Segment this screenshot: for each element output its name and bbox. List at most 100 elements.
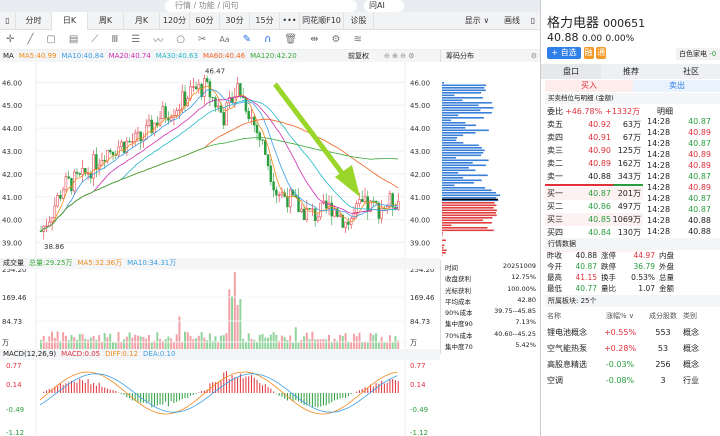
price-tick-left: 44.00 — [2, 125, 22, 133]
legend-item: DEA:0.10 — [143, 350, 176, 358]
candle-body — [222, 112, 225, 126]
volume-bar — [159, 338, 162, 349]
volume-bar — [73, 337, 76, 349]
sector-row[interactable]: 空调 -0.08% 3 行业 — [547, 372, 720, 388]
bars-icon[interactable]: Ⅲ — [111, 34, 118, 45]
candle-body — [358, 199, 361, 204]
orderbook-row[interactable]: 买三 40.85 1069万 — [545, 213, 643, 226]
sector-name[interactable]: 白色家电 — [679, 50, 707, 58]
display-dropdown[interactable]: 显示 ∨ — [456, 12, 498, 30]
layers-icon[interactable]: ≋ — [353, 34, 361, 45]
line-icon[interactable]: ╱ — [27, 34, 33, 45]
quote-label: 换手 — [601, 273, 616, 282]
panel-toggle-icon[interactable]: ▯ — [526, 12, 540, 30]
fib-icon[interactable]: ▤ — [69, 34, 78, 45]
sector-column-header[interactable]: 涨幅% ∨ — [597, 311, 643, 321]
search-input[interactable]: 行情 / 功能 / 问句 — [165, 0, 357, 12]
list-icon[interactable]: ☰ — [131, 34, 140, 45]
orderbook-row[interactable]: 卖三 40.90 125万 — [545, 144, 643, 157]
quote-label: 金额 — [659, 284, 674, 293]
orderbook-row[interactable]: 卖四 40.91 67万 — [545, 131, 643, 144]
tab-period[interactable]: 月K — [124, 11, 160, 30]
low-label: 38.86 — [44, 243, 65, 251]
sector-row[interactable]: 锂电池概念 +0.55% 553 概念 — [547, 324, 720, 340]
ma-label[interactable]: MA — [3, 52, 14, 60]
magnet-icon[interactable]: ∩ — [264, 34, 271, 45]
sector-column-header[interactable]: 成分股数 — [643, 311, 683, 321]
macd-tick-right: 0.14 — [410, 381, 426, 389]
wave-icon[interactable]: 〰 — [153, 32, 163, 47]
sector-cell: 553 — [655, 327, 671, 337]
text-icon[interactable]: Aa — [219, 35, 229, 44]
margin-badge[interactable]: 融 — [583, 47, 594, 59]
chip-bar — [442, 214, 497, 217]
candle-body — [59, 195, 62, 199]
tab-community[interactable]: 社区 — [661, 64, 720, 79]
kline-chart[interactable]: 46.00 46.00 45.00 45.00 44.00 44.00 43.00 43.00… — [0, 62, 540, 436]
volume-bar — [355, 336, 358, 349]
tab-orderbook[interactable]: 盘口 — [541, 64, 601, 79]
price-tick-right: 44.00 — [410, 125, 430, 133]
volume-bar — [247, 333, 250, 349]
sell-button[interactable]: 卖出 — [633, 80, 720, 92]
candle-body — [67, 176, 70, 179]
sector-row[interactable]: 高股息精选 -0.03% 256 概念 — [547, 356, 720, 372]
settings-icon[interactable]: ⚙ — [332, 34, 341, 45]
tab-period[interactable]: 30分 — [220, 11, 250, 30]
sector-cell: 53 — [657, 343, 669, 353]
tick-price: 40.87 — [688, 194, 711, 203]
orderbook-row[interactable]: 买二 40.86 497万 — [545, 200, 643, 213]
volume-bar — [244, 341, 247, 349]
orderbook-row[interactable]: 卖二 40.89 162万 — [545, 157, 643, 170]
volume-bar — [170, 338, 173, 349]
trash-icon[interactable]: 🗑 — [284, 34, 297, 45]
chip-bar — [442, 94, 455, 97]
sector-column-header[interactable]: 名称 — [547, 311, 597, 321]
channel-icon[interactable]: ⟋ — [91, 34, 98, 45]
orderbook-row[interactable]: 买一 40.87 201万 — [545, 187, 643, 200]
tab-period[interactable]: 15分 — [250, 11, 280, 30]
tab-period[interactable]: ••• — [280, 11, 300, 30]
tab-period[interactable]: 诊股 — [344, 11, 374, 30]
crosshair-icon[interactable]: ✛ — [6, 34, 14, 45]
price-tick-right: 39.00 — [410, 240, 430, 248]
orderbook-row[interactable]: 卖一 40.88 343万 — [545, 170, 643, 183]
sector-row[interactable]: 空气能热泵 +0.28% 53 概念 — [547, 340, 720, 356]
tab-period[interactable]: 同花顺F10 — [300, 11, 344, 30]
volume-bar — [341, 336, 344, 349]
pen-icon[interactable]: ✎ — [243, 34, 251, 45]
stock-pct: 0.00% — [605, 34, 635, 44]
tab-period[interactable]: 周K — [88, 11, 124, 30]
chip-bar — [442, 104, 479, 107]
tab-period[interactable]: 分时 — [16, 11, 52, 30]
volume-bar — [344, 333, 347, 349]
weibi-amount: +1332万 — [605, 107, 641, 116]
draw-line-button[interactable]: 画线 — [498, 12, 526, 30]
tab-recommend[interactable]: 推荐 — [601, 64, 661, 79]
gann-icon[interactable]: ✂ — [198, 34, 206, 45]
settings-icon[interactable]: ⚙ — [531, 50, 537, 62]
sector-column-header[interactable]: 类别 — [683, 311, 713, 321]
ask-ai-button[interactable]: 问AI — [364, 0, 404, 12]
add-watchlist-button[interactable]: + 自选 — [547, 47, 581, 59]
circle-icon[interactable]: ○ — [176, 34, 185, 45]
chip-bar — [442, 239, 446, 242]
tab-period[interactable]: 120分 — [160, 11, 190, 30]
adjust-dropdown[interactable]: 前复权 — [348, 50, 369, 62]
zoom-controls-icon[interactable]: ⊖ ⊕ ⊖ ⚙ — [384, 50, 415, 62]
sector-cell: +0.55% — [603, 327, 637, 337]
tick-time: 14:28 — [647, 216, 671, 225]
tab-period[interactable]: 日K — [52, 11, 88, 30]
orderbook-row[interactable]: 卖五 40.92 63万 — [545, 118, 643, 131]
sector-cell: 概念 — [683, 359, 699, 369]
resize-icon[interactable]: ⇹ — [310, 34, 318, 45]
rect-icon[interactable]: ▢ — [46, 34, 55, 45]
drawing-toolbar: ✛ ╱ ▢ ▤ ⟋ Ⅲ ☰ 〰 ○ ✂ Aa ✎ ∩ 🗑 ⇹ ⚙ ≋ — [0, 30, 540, 50]
price-tick-right: 40.00 — [410, 217, 430, 225]
volume-bar — [76, 339, 78, 349]
sidebar-toggle-icon[interactable]: ▯ — [0, 11, 16, 30]
connect-badge[interactable]: 通 — [596, 47, 607, 59]
tab-period[interactable]: 60分 — [190, 11, 220, 30]
sector-cell: 3 — [660, 375, 666, 385]
buy-button[interactable]: 买入 — [545, 80, 633, 92]
